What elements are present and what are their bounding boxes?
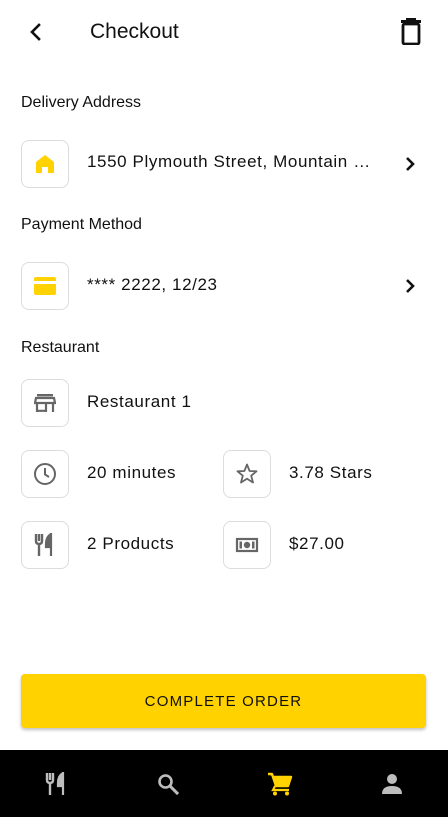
nav-item-restaurants[interactable] [0, 750, 112, 817]
home-icon [36, 155, 54, 173]
clock-icon [34, 463, 56, 485]
back-arrow-icon [30, 23, 41, 41]
account-icon [382, 773, 402, 794]
products-icon-box [21, 521, 69, 569]
payment-method-label: Payment Method [21, 216, 142, 233]
chevron-right-icon [406, 157, 415, 171]
app-bar: Checkout [0, 0, 448, 64]
star-icon [236, 463, 258, 484]
complete-order-button[interactable]: COMPLETE ORDER [21, 674, 426, 728]
payment-icon-box [21, 262, 69, 310]
rating-icon-box [223, 450, 271, 498]
restaurant-name: Restaurant 1 [87, 392, 192, 411]
back-button[interactable] [20, 16, 52, 48]
restaurant-icon [45, 771, 65, 795]
store-icon [34, 394, 56, 412]
credit-card-icon [34, 277, 56, 295]
delivery-address-label: Delivery Address [21, 94, 142, 111]
delete-button[interactable] [394, 14, 428, 48]
price-icon-box [223, 521, 271, 569]
order-total: $27.00 [289, 534, 345, 553]
money-icon [235, 537, 259, 553]
nav-item-search[interactable] [112, 750, 224, 817]
search-icon [158, 773, 179, 795]
delivery-icon-box [21, 140, 69, 188]
restaurant-rating: 3.78 Stars [289, 463, 373, 482]
product-count: 2 Products [87, 534, 175, 553]
delivery-time: 20 minutes [87, 463, 177, 482]
payment-chevron[interactable] [400, 274, 420, 298]
payment-card-value: **** 2222, 12/23 [87, 275, 218, 294]
delivery-chevron[interactable] [400, 152, 420, 176]
delivery-address-value: 1550 Plymouth Street, Mountain View [87, 152, 375, 171]
nav-item-cart[interactable] [224, 750, 336, 817]
page-title: Checkout [90, 20, 179, 43]
bottom-navigation [0, 750, 448, 817]
cart-icon [268, 772, 293, 795]
restaurant-label: Restaurant [21, 339, 100, 356]
nav-item-account[interactable] [336, 750, 448, 817]
chevron-right-icon [406, 279, 415, 293]
time-icon-box [21, 450, 69, 498]
cutlery-icon [34, 533, 53, 556]
trash-icon [401, 18, 421, 45]
restaurant-icon-box [21, 379, 69, 427]
